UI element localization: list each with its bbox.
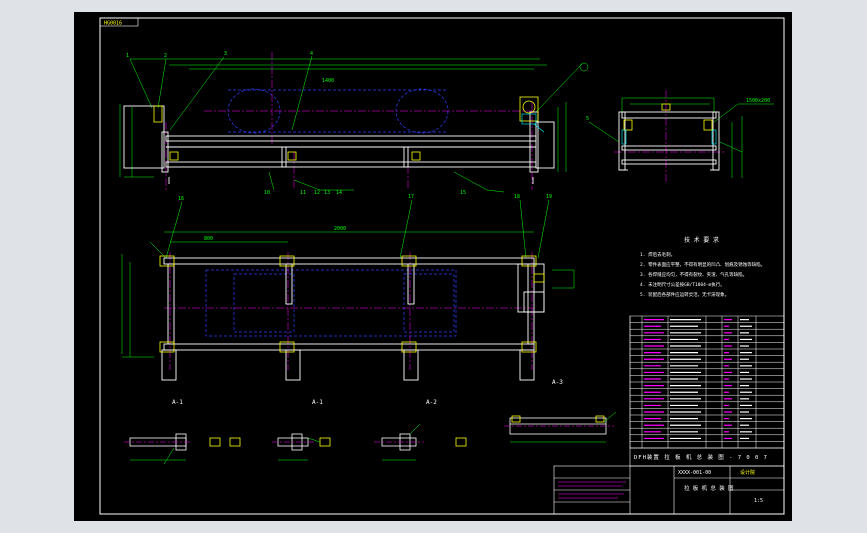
svg-text:800: 800	[204, 236, 213, 242]
section-label-1: A-1	[172, 399, 183, 406]
svg-text:1500x200: 1500x200	[746, 98, 770, 104]
design-unit: 设计院	[740, 469, 755, 476]
svg-text:2000: 2000	[334, 226, 346, 232]
svg-text:1: 1	[126, 53, 129, 59]
svg-text:10: 10	[264, 190, 270, 196]
spec-line-1: 1. 焊后去毛刺。	[640, 251, 675, 258]
section-label-4: A-3	[552, 379, 563, 386]
svg-text:3: 3	[224, 51, 227, 57]
svg-text:2: 2	[164, 53, 167, 59]
svg-text:13: 13	[324, 190, 330, 196]
section-label-2: A-1	[312, 399, 323, 406]
svg-text:19: 19	[546, 194, 552, 200]
svg-text:15: 15	[460, 190, 466, 196]
front-view: 12 34 10 11 12 13 14 15 1400	[119, 51, 589, 196]
drawing-name: 拉 板 机 总 装 图	[684, 484, 734, 492]
cad-viewport: HG0016 1 2 3 4 10 11 12 13 14 15 1400 5 …	[0, 0, 867, 533]
drawing-sheet[interactable]: HG0016 1 2 3 4 10 11 12 13 14 15 1400 5 …	[74, 12, 792, 521]
plan-view: 16 17 18 19 2000 800	[121, 194, 575, 381]
technical-requirements: 技 术 要 求 1. 焊后去毛刺。 2. 零件表面应平整，不得有明显的凹凸、划痕…	[640, 236, 765, 298]
section-views: A-1 A-1 A-2 A-3	[124, 379, 617, 465]
spec-line-5: 5. 装配后各部件应运转灵活，无卡滞现象。	[640, 291, 729, 298]
svg-text:12: 12	[314, 190, 320, 196]
spec-line-2: 2. 零件表面应平整，不得有明显的凹凸、划痕及锈蚀等缺陷。	[640, 261, 765, 268]
spec-line-4: 4. 未注明尺寸公差按GB/T1804-m执行。	[640, 281, 725, 288]
side-view: 5 1500x200	[586, 90, 774, 184]
drawing-scale: 1:5	[754, 498, 763, 504]
svg-text:16: 16	[178, 196, 184, 202]
title-caption: DFH装置 拉 板 机 总 装 图 - 7 0 0 7	[634, 453, 768, 461]
title-block: DFH装置 拉 板 机 总 装 图 - 7 0 0 7 XXXX-001-00 …	[553, 447, 785, 515]
corner-tag: HG0016	[104, 21, 122, 27]
drawing-number: XXXX-001-00	[678, 470, 711, 476]
svg-text:5: 5	[586, 116, 589, 122]
svg-text:14: 14	[336, 190, 342, 196]
svg-text:17: 17	[408, 194, 414, 200]
svg-text:11: 11	[300, 190, 306, 196]
svg-text:4: 4	[310, 51, 313, 57]
svg-text:18: 18	[514, 194, 520, 200]
svg-text:1400: 1400	[322, 78, 334, 84]
cad-drawing: HG0016 1 2 3 4 10 11 12 13 14 15 1400 51…	[99, 17, 785, 515]
parts-list-table	[629, 315, 785, 449]
section-label-3: A-2	[426, 399, 437, 406]
spec-line-3: 3. 各焊缝应均匀，不得有裂纹、夹渣、气孔等缺陷。	[640, 271, 747, 278]
spec-title: 技 术 要 求	[684, 236, 719, 244]
